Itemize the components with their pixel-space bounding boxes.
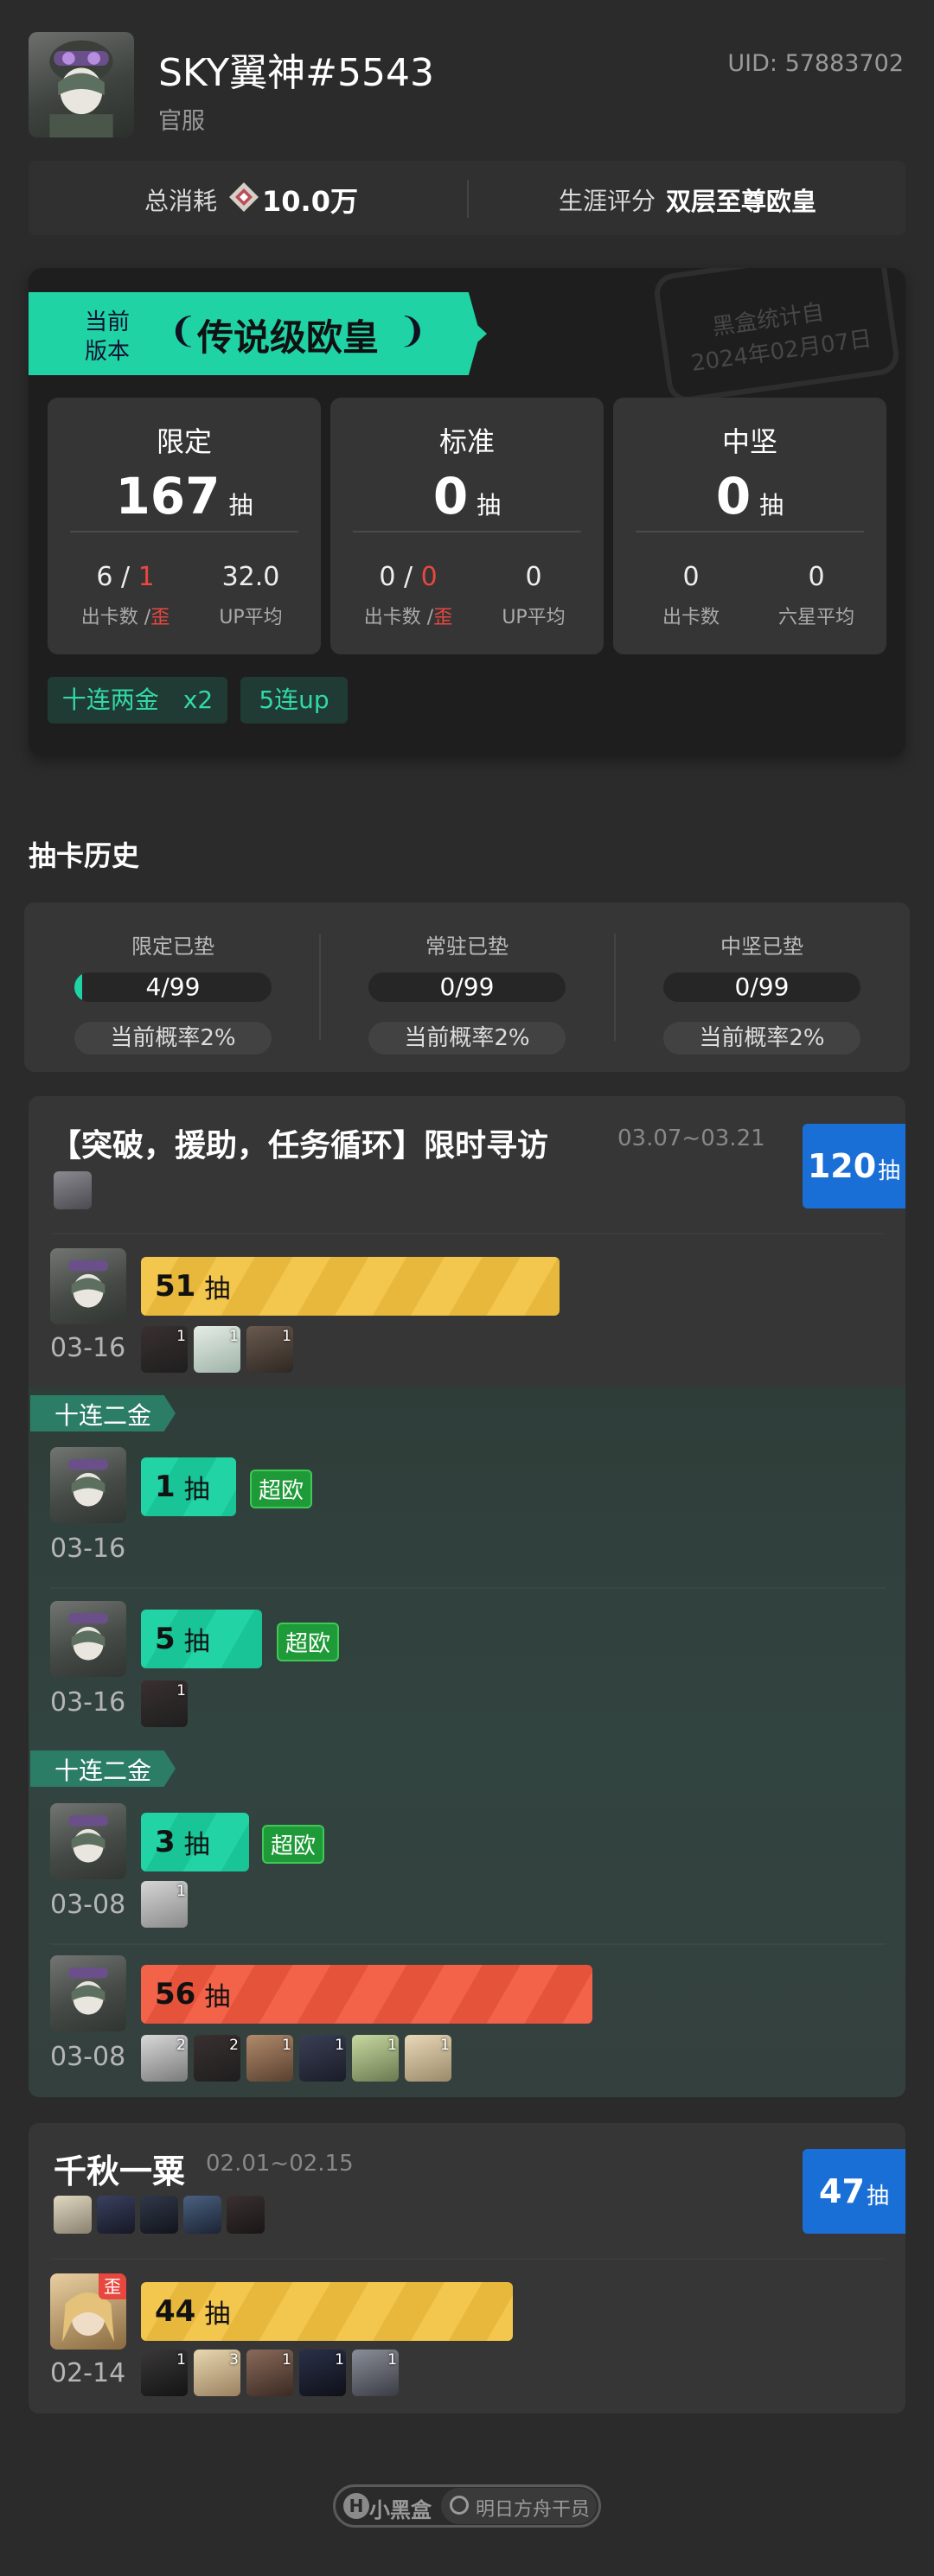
pity-standard-bar: 0/99 [368,972,566,1002]
profile-uid: UID: 57883702 [727,50,904,77]
pity-limited-chance: 当前概率2% [74,1022,272,1055]
banner-2-total: 47 抽 [803,2149,905,2234]
pull-date: 03-08 [50,1890,126,1920]
char-thumb: 2 [194,2035,240,2082]
summary-divider [467,180,469,218]
banner-2-title: 千秋一粟 [54,2152,186,2190]
ten-pull-ribbon: 十连二金 [30,1395,176,1431]
pool-standard-panel[interactable]: 标准 0抽 0 / 0 出卡数 /歪 0 UP平均 [330,398,604,654]
pull-avatar [50,1447,126,1523]
total-cost-label: 总消耗 [144,187,218,215]
tag-five-up: 5连up [240,677,348,724]
pull-avatar [50,1248,126,1324]
banner-2-operator-thumb [183,2196,221,2234]
char-thumb: 1 [246,2350,293,2396]
career-rating-value: 双层至尊欧皇 [666,187,817,216]
char-thumb: 1 [246,2035,293,2082]
career-rating-label: 生涯评分 [559,187,656,215]
pull-date: 02-14 [50,2358,126,2388]
char-thumb: 1 [352,2350,399,2396]
super-lucky-tag: 超欧 [250,1470,313,1508]
banner-2-operator-thumb [54,2196,92,2234]
char-thumb: 1 [141,1326,188,1373]
banner-1-title: 【突破，援助，任务循环】限时寻访 [50,1128,549,1164]
pull-avatar [50,1803,126,1879]
char-thumb: 1 [299,2035,346,2082]
char-thumb: 1 [299,2350,346,2396]
heybox-logo-icon: H [343,2493,369,2519]
footer-search-text: 明日方舟干员 [476,2499,591,2521]
char-thumb: 1 [141,2350,188,2396]
banner-2-operator-thumb [97,2196,135,2234]
pull-date: 03-16 [50,1687,126,1718]
pool-core-panel[interactable]: 中坚 0抽 0 出卡数 0 六星平均 [613,398,886,654]
total-cost-value: 10.0万 [262,185,358,218]
char-thumb: 3 [194,2350,240,2396]
tag-ten-pull-double: 十连两金 x2 [48,677,227,724]
ten-pull-ribbon: 十连二金 [30,1750,176,1787]
banner-2-dates: 02.01~02.15 [206,2151,354,2177]
pull-bar: 56 抽 [141,1965,592,2024]
banner-1-dates: 03.07~03.21 [617,1125,765,1151]
laurel-left-icon: ❨ [169,311,198,351]
version-title: 传说级欧皇 [197,316,380,359]
pull-date: 03-08 [50,2042,126,2072]
pity-core-bar: 0/99 [663,972,860,1002]
pity-limited-fill [74,972,83,1002]
char-thumb: 1 [405,2035,451,2082]
orundum-icon [228,182,259,213]
pull-date: 03-16 [50,1533,126,1564]
char-thumb: 2 [141,2035,188,2082]
char-thumb: 1 [141,1680,188,1727]
pity-core-label: 中坚已垫 [720,934,803,959]
pull-avatar [50,1601,126,1677]
profile-avatar[interactable] [29,32,134,137]
char-thumb: 1 [352,2035,399,2082]
banner-1-total: 120 抽 [803,1124,905,1208]
profile-server: 官服 [158,108,205,135]
off-banner-badge: 歪 [99,2273,126,2299]
pull-bar: 51 抽 [141,1257,560,1316]
banner-1-operator-thumb [54,1171,92,1209]
footer-brand: 小黑盒 [369,2498,432,2522]
pity-standard-chance: 当前概率2% [368,1022,566,1055]
pull-bar: 3抽 [141,1813,249,1871]
super-lucky-tag: 超欧 [277,1623,340,1661]
ribbon-label-current: 当前 [85,309,131,335]
pity-standard-label: 常驻已垫 [425,934,509,959]
char-thumb: 1 [194,1326,240,1373]
char-thumb: 1 [246,1326,293,1373]
laurel-right-icon: ❩ [398,311,427,351]
history-title: 抽卡历史 [29,839,140,872]
pity-limited-bar: 4/99 [74,972,272,1002]
pool-limited-panel[interactable]: 限定 167 抽 6 / 1 出卡数 /歪 32.0 UP平均 [48,398,321,654]
ribbon-label-version: 版本 [85,339,131,365]
pull-bar: 1抽 [141,1457,236,1516]
pull-avatar [50,1955,126,2031]
pull-date: 03-16 [50,1333,126,1363]
pull-bar: 44 抽 [141,2282,513,2341]
search-icon [450,2496,469,2515]
banner-2-operator-thumb [140,2196,178,2234]
banner-2-operator-thumb [227,2196,265,2234]
profile-name: SKY翼神#5543 [158,51,434,95]
pity-limited-label: 限定已垫 [131,934,214,959]
char-thumb: 1 [141,1881,188,1928]
stat-stamp: 黑盒统计自 2024年02月07日 [651,268,902,405]
pull-bar: 5抽 [141,1610,262,1668]
super-lucky-tag: 超欧 [262,1825,325,1864]
pity-core-chance: 当前概率2% [663,1022,860,1055]
